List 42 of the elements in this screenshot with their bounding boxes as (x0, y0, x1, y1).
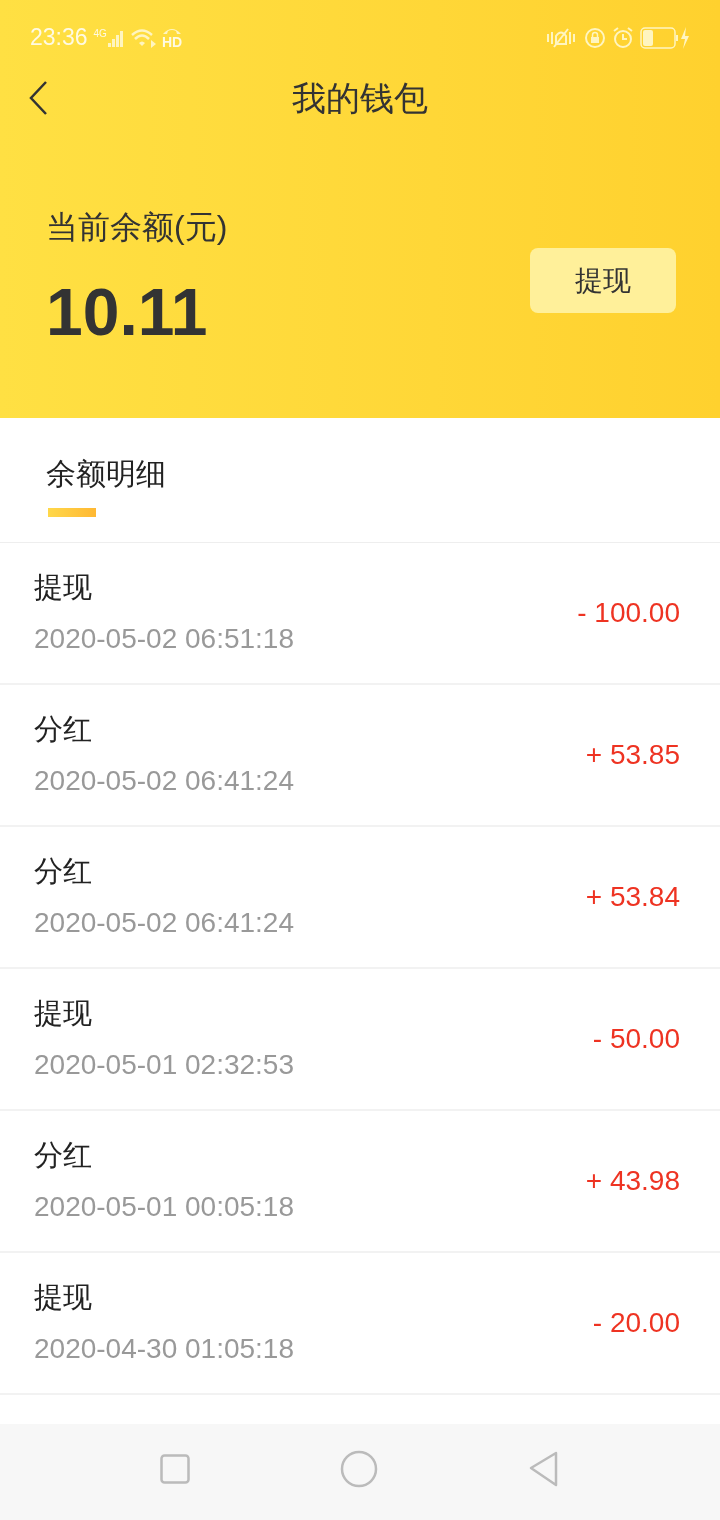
rotation-lock-icon (584, 26, 606, 49)
recents-icon[interactable] (160, 1454, 190, 1484)
record-title: 分红 (34, 1138, 93, 1173)
wifi-icon (129, 27, 158, 48)
record-title: 分红 (34, 712, 93, 747)
record-row[interactable]: 分红 2020-05-02 06:41:24 + 53.84 (0, 827, 720, 969)
balance-amount: 10.11 (46, 277, 209, 347)
record-title: 提现 (34, 570, 93, 605)
record-row[interactable]: 分红 2020-05-02 06:41:24 + 53.85 (0, 685, 720, 827)
record-row[interactable]: 分红 2020-05-01 00:05:18 + 43.98 (0, 1111, 720, 1253)
record-time: 2020-05-02 06:51:18 (34, 622, 295, 656)
page-title: 我的钱包 (292, 77, 428, 119)
record-amount: + 43.98 (585, 1164, 680, 1198)
home-icon[interactable] (340, 1450, 378, 1488)
balance-label: 当前余额(元) (46, 208, 229, 247)
record-amount: - 20.00 (592, 1306, 680, 1340)
record-amount: + 53.85 (585, 738, 680, 772)
signal-icon (107, 28, 124, 47)
record-title: 提现 (34, 1280, 93, 1315)
record-row[interactable]: 提现 2020-05-02 06:51:18 - 100.00 (0, 543, 720, 685)
record-time: 2020-05-01 02:32:53 (34, 1048, 295, 1082)
record-amount: - 100.00 (577, 596, 680, 630)
call-label: HD (161, 34, 183, 49)
record-title: 分红 (34, 854, 93, 889)
record-amount: - 50.00 (592, 1022, 680, 1056)
record-row[interactable]: 提现 2020-05-01 02:32:53 - 50.00 (0, 969, 720, 1111)
network-type: 4G (93, 28, 107, 39)
record-time: 2020-04-30 01:05:18 (34, 1332, 295, 1366)
record-amount: + 53.84 (585, 880, 680, 914)
status-time: 23:36 (30, 23, 88, 53)
charging-icon (680, 26, 690, 49)
record-row[interactable]: 提现 2020-04-30 01:05:18 - 20.00 (0, 1253, 720, 1395)
battery-icon (640, 26, 678, 49)
record-time: 2020-05-02 06:41:24 (34, 764, 295, 798)
section-tab[interactable]: 余额明细 (46, 454, 674, 517)
back-icon[interactable] (528, 1451, 560, 1487)
record-title: 提现 (34, 996, 93, 1031)
phone-icon (162, 26, 182, 35)
record-time: 2020-05-01 00:05:18 (34, 1190, 295, 1224)
record-time: 2020-05-02 06:41:24 (34, 906, 295, 940)
alarm-icon (612, 26, 634, 49)
withdraw-button[interactable]: 提现 (530, 248, 676, 313)
